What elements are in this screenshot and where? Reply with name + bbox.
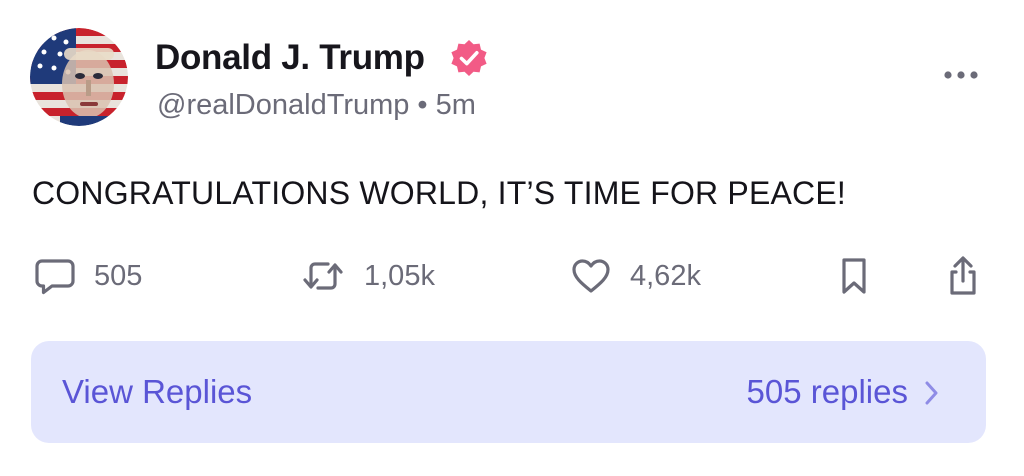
post-text: CONGRATULATIONS WORLD, IT’S TIME FOR PEA… bbox=[32, 175, 847, 211]
repost-count: 1,05k bbox=[364, 260, 435, 292]
like-button[interactable]: 4,62k bbox=[570, 253, 701, 299]
reply-button[interactable]: 505 bbox=[34, 253, 142, 299]
share-button[interactable] bbox=[940, 253, 986, 299]
view-replies-button[interactable]: View Replies 505 replies bbox=[31, 341, 986, 443]
bookmark-icon bbox=[842, 258, 866, 294]
verified-badge-icon bbox=[449, 38, 489, 78]
timestamp[interactable]: 5m bbox=[436, 89, 476, 121]
display-name[interactable]: Donald J. Trump bbox=[155, 36, 425, 80]
more-horizontal-icon bbox=[944, 71, 978, 79]
comment-icon bbox=[35, 259, 75, 295]
chevron-right-icon bbox=[925, 381, 938, 405]
heart-icon bbox=[572, 259, 610, 293]
view-replies-label: View Replies bbox=[62, 373, 253, 410]
repost-icon bbox=[303, 262, 343, 290]
avatar[interactable] bbox=[30, 28, 128, 126]
post-card: Donald J. Trump @realDonaldTrump • 5m CONG… bbox=[0, 0, 1024, 476]
avatar-image bbox=[30, 28, 128, 126]
reply-count: 505 bbox=[94, 260, 143, 292]
repost-button[interactable]: 1,05k bbox=[300, 253, 435, 299]
more-options-button[interactable] bbox=[941, 60, 981, 90]
handle[interactable]: @realDonaldTrump bbox=[157, 89, 409, 121]
separator-dot: • bbox=[417, 89, 428, 121]
share-icon bbox=[950, 256, 976, 295]
like-count: 4,62k bbox=[630, 260, 701, 292]
bookmark-button[interactable] bbox=[832, 253, 876, 299]
post-meta: @realDonaldTrump • 5m bbox=[157, 86, 476, 124]
replies-count: 505 replies bbox=[746, 373, 908, 410]
